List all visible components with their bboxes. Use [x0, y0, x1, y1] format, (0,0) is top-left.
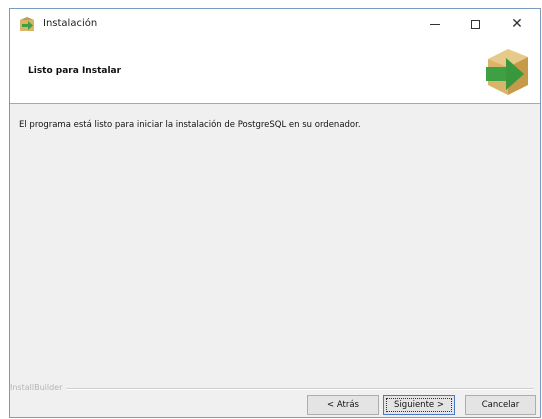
installbuilder-label: InstallBuilder: [10, 383, 67, 392]
maximize-icon: [470, 19, 480, 29]
window-title: Instalación: [43, 18, 98, 29]
minimize-icon: [430, 23, 440, 25]
focus-ring: [386, 398, 452, 412]
installer-app-icon: [20, 17, 34, 31]
maximize-button[interactable]: [456, 9, 494, 39]
ready-message: El programa está listo para iniciar la i…: [19, 120, 361, 130]
title-bar[interactable]: Instalación ✕: [10, 9, 540, 39]
close-button[interactable]: ✕: [498, 9, 536, 39]
next-button[interactable]: Siguiente >: [383, 395, 455, 415]
back-button[interactable]: < Atrás: [307, 395, 379, 415]
page-title: Listo para Instalar: [28, 66, 122, 76]
divider-line: [60, 388, 534, 390]
installer-window: Instalación ✕ Listo para Instalar El pro…: [9, 8, 541, 418]
install-box-arrow-icon: [486, 49, 528, 95]
cancel-button[interactable]: Cancelar: [465, 395, 536, 415]
close-icon: ✕: [511, 16, 523, 32]
branding-divider: InstallBuilder: [10, 383, 540, 395]
minimize-button[interactable]: [416, 9, 454, 39]
wizard-header: Listo para Instalar: [10, 39, 540, 104]
